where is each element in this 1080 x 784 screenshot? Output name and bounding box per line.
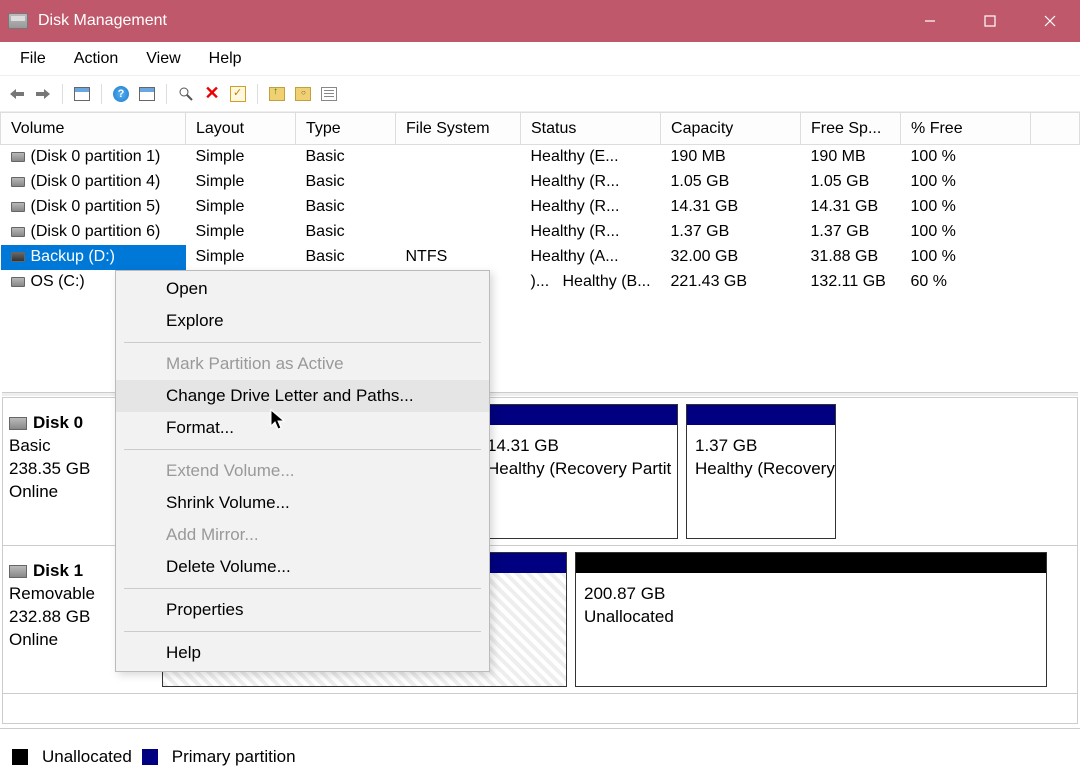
col-status[interactable]: Status [521,113,661,145]
legend-unallocated: Unallocated [42,747,132,767]
list-icon[interactable] [318,83,340,105]
forward-button[interactable] [32,83,54,105]
partition-block[interactable]: 200.87 GBUnallocated [575,552,1047,687]
ctx-open[interactable]: Open [116,273,489,305]
minimize-button[interactable] [900,0,960,42]
col-pct[interactable]: % Free [901,113,1031,145]
table-row[interactable]: (Disk 0 partition 6)SimpleBasicHealthy (… [1,220,1080,245]
ctx-help[interactable]: Help [116,637,489,669]
table-row[interactable]: (Disk 0 partition 4)SimpleBasicHealthy (… [1,170,1080,195]
settings-icon[interactable] [266,83,288,105]
col-volume[interactable]: Volume [1,113,186,145]
col-layout[interactable]: Layout [186,113,296,145]
menu-view[interactable]: View [132,46,194,72]
table-row[interactable]: Backup (D:)SimpleBasicNTFSHealthy (A...3… [1,245,1080,270]
partition-block[interactable]: 14.31 GBHealthy (Recovery Partit [478,404,678,539]
context-menu: Open Explore Mark Partition as Active Ch… [115,270,490,672]
col-type[interactable]: Type [296,113,396,145]
menu-help[interactable]: Help [195,46,256,72]
volume-list[interactable]: Volume Layout Type File System Status Ca… [0,112,1080,295]
legend: Unallocated Primary partition [0,728,1080,784]
find-icon[interactable] [292,83,314,105]
legend-swatch-primary [142,749,158,765]
properties-icon[interactable] [227,83,249,105]
table-row[interactable]: (Disk 0 partition 5)SimpleBasicHealthy (… [1,195,1080,220]
app-icon [8,13,28,29]
maximize-button[interactable] [960,0,1020,42]
refresh-button[interactable] [136,83,158,105]
ctx-format[interactable]: Format... [116,412,489,444]
menu-file[interactable]: File [6,46,60,72]
delete-icon[interactable]: ✕ [201,83,223,105]
ctx-shrink-volume[interactable]: Shrink Volume... [116,487,489,519]
legend-swatch-unallocated [12,749,28,765]
window-title: Disk Management [38,12,900,30]
close-button[interactable] [1020,0,1080,42]
help-icon[interactable]: ? [110,83,132,105]
menu-action[interactable]: Action [60,46,132,72]
show-hide-console-button[interactable] [71,83,93,105]
rescan-icon[interactable] [175,83,197,105]
ctx-add-mirror: Add Mirror... [116,519,489,551]
ctx-extend-volume: Extend Volume... [116,455,489,487]
ctx-explore[interactable]: Explore [116,305,489,337]
ctx-change-drive-letter[interactable]: Change Drive Letter and Paths... [116,380,489,412]
back-button[interactable] [6,83,28,105]
toolbar: ? ✕ [0,76,1080,112]
partition-block[interactable]: 1.37 GBHealthy (Recovery [686,404,836,539]
ctx-mark-active: Mark Partition as Active [116,348,489,380]
ctx-delete-volume[interactable]: Delete Volume... [116,551,489,583]
col-capacity[interactable]: Capacity [661,113,801,145]
legend-primary: Primary partition [172,747,296,767]
col-free[interactable]: Free Sp... [801,113,901,145]
menubar: File Action View Help [0,42,1080,76]
table-row[interactable]: (Disk 0 partition 1)SimpleBasicHealthy (… [1,145,1080,170]
ctx-properties[interactable]: Properties [116,594,489,626]
titlebar: Disk Management [0,0,1080,42]
col-filesystem[interactable]: File System [396,113,521,145]
column-headers[interactable]: Volume Layout Type File System Status Ca… [1,113,1080,145]
